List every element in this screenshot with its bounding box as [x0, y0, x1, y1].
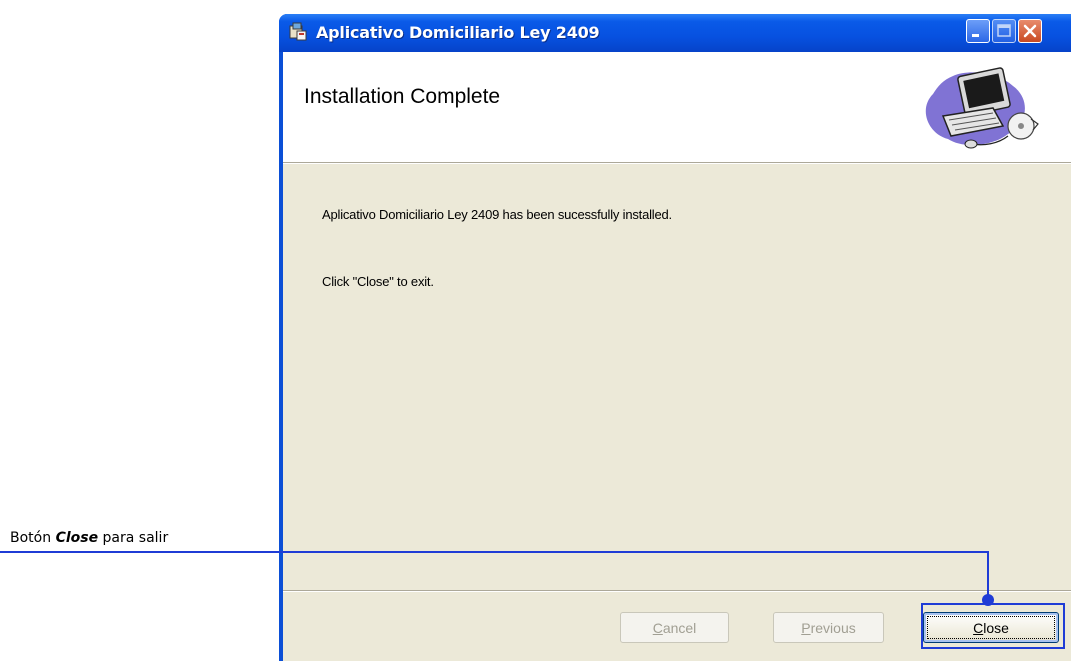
previous-button[interactable]: Previous: [773, 612, 884, 643]
dialog-body: Installation Complete Aplicativo Domicil…: [283, 52, 1071, 661]
header-banner: Installation Complete: [283, 52, 1071, 163]
installer-app-icon: [289, 22, 307, 41]
close-button-highlight: [921, 603, 1065, 649]
installer-window: Aplicativo Domiciliario Ley 2409 Install…: [279, 14, 1071, 661]
title-bar[interactable]: Aplicativo Domiciliario Ley 2409: [279, 14, 1071, 52]
page-title: Installation Complete: [304, 85, 501, 108]
callout-label: Botón Close para salir: [10, 530, 169, 546]
window-title: Aplicativo Domiciliario Ley 2409: [316, 23, 600, 42]
minimize-icon: [972, 34, 979, 37]
footer-divider-highlight: [283, 591, 1071, 592]
maximize-icon: [997, 24, 1011, 37]
previous-button-label: Previous: [801, 619, 856, 636]
exit-hint: Click "Close" to exit.: [322, 274, 434, 289]
installed-message: Aplicativo Domiciliario Ley 2409 has bee…: [322, 207, 672, 222]
close-icon: [1023, 24, 1037, 38]
maximize-button[interactable]: [992, 19, 1016, 43]
cancel-button-label: Cancel: [652, 619, 697, 636]
computer-setup-icon: [925, 67, 1039, 149]
callout-emphasis: Close: [55, 530, 99, 546]
banner-divider: [283, 163, 1071, 164]
minimize-button[interactable]: [966, 19, 990, 43]
cancel-button[interactable]: Cancel: [620, 612, 729, 643]
close-window-button[interactable]: [1018, 19, 1042, 43]
